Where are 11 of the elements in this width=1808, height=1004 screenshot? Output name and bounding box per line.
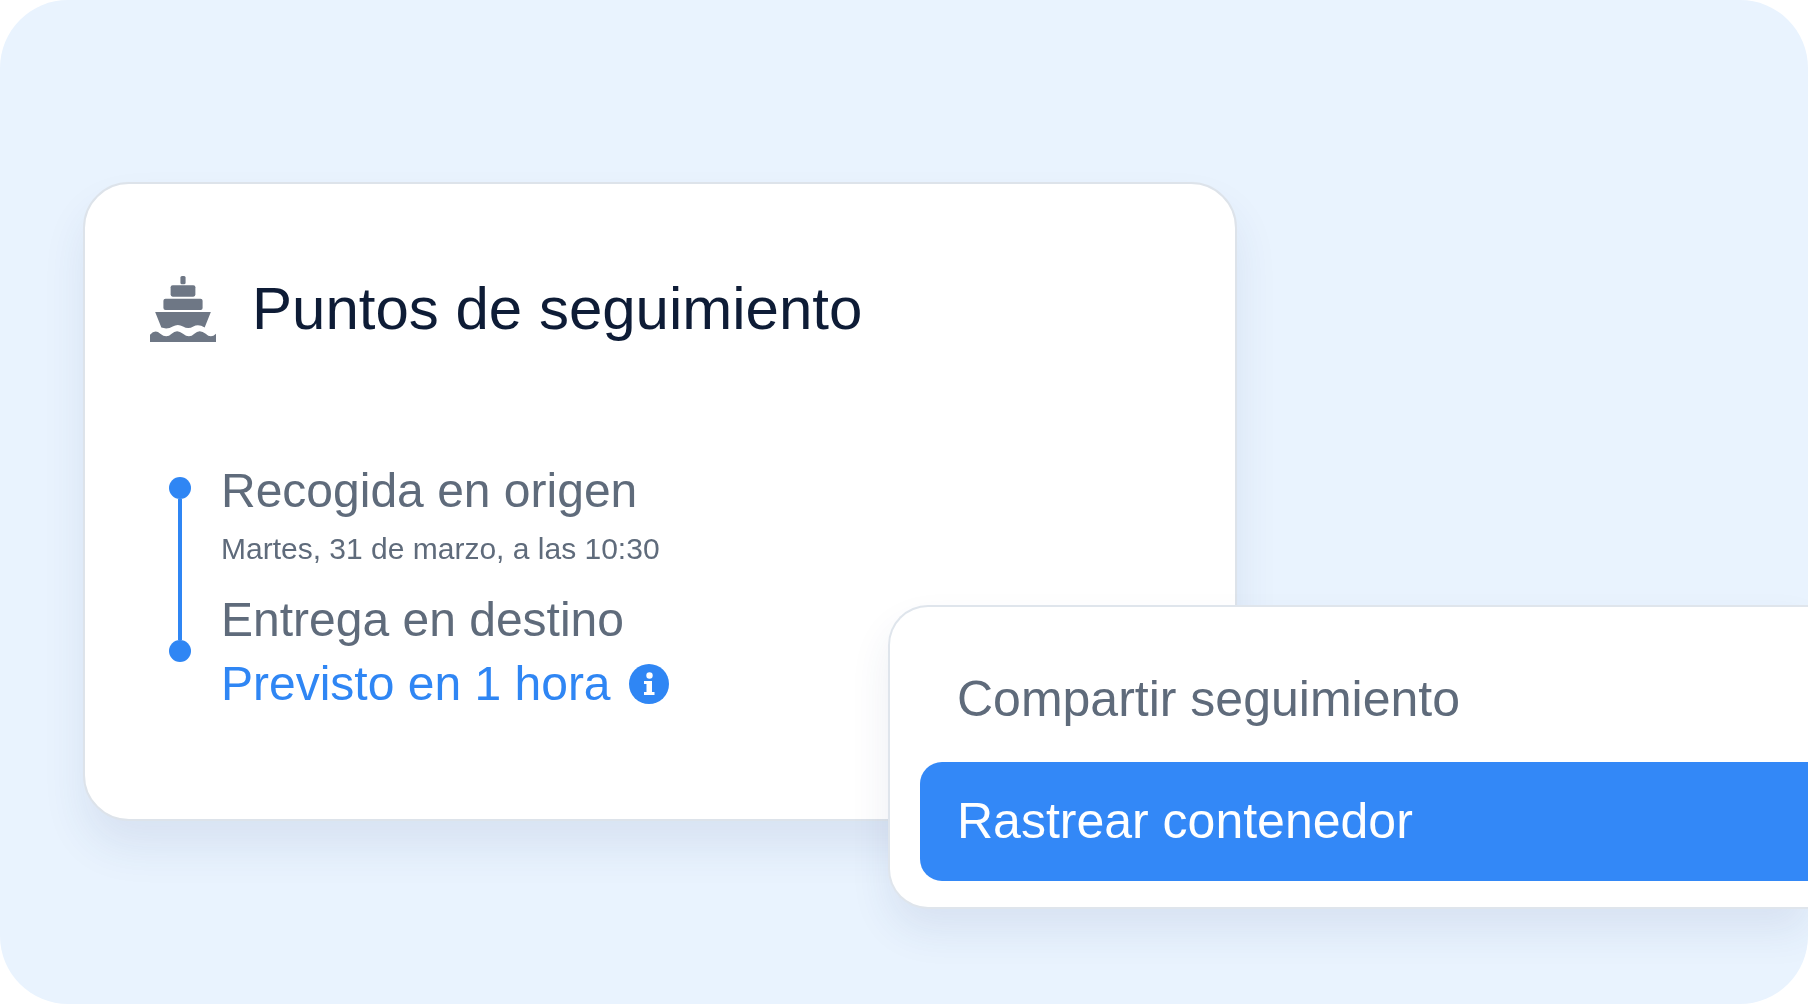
menu-item[interactable]: Rastrear contenedor <box>920 762 1808 881</box>
menu-item[interactable]: Compartir seguimiento <box>920 640 1808 759</box>
timeline-dot-icon <box>169 640 191 662</box>
info-icon[interactable] <box>628 664 669 704</box>
timeline-dot-icon <box>169 477 191 499</box>
eta-text: Previsto en 1 hora <box>221 656 611 712</box>
event-time: Martes, 31 de marzo, a las 10:30 <box>221 531 661 567</box>
ship-icon <box>150 276 216 342</box>
event-title: Recogida en origen <box>221 463 639 519</box>
event-title: Entrega en destino <box>221 592 625 648</box>
card-title: Puntos de seguimiento <box>252 274 863 344</box>
